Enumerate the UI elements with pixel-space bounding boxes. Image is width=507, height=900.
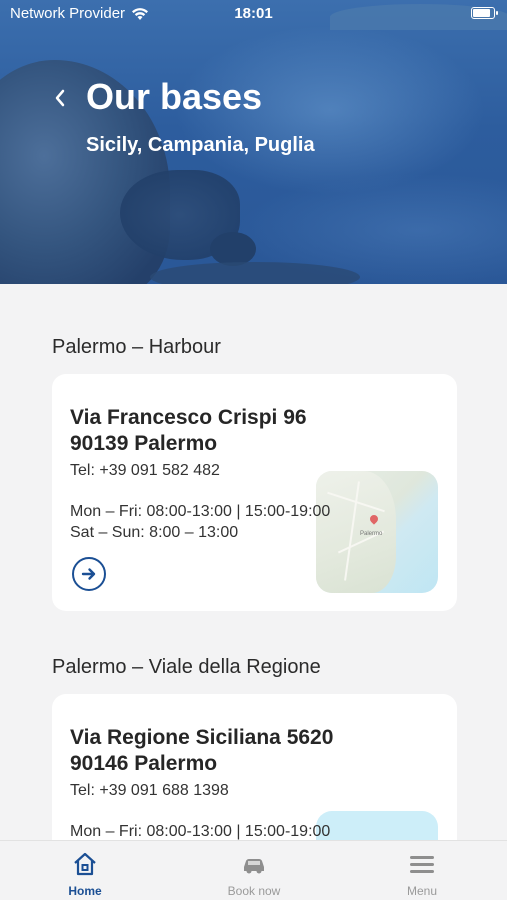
hours-weekday: Mon – Fri: 08:00-13:00 | 15:00-19:00: [70, 503, 331, 520]
address-city: 90139 Palermo: [70, 432, 218, 455]
tab-label: Home: [68, 884, 102, 898]
hours-weekend: Sat – Sun: 8:00 – 13:00: [70, 524, 239, 541]
tab-menu[interactable]: Menu: [362, 841, 482, 900]
tab-label: Book now: [227, 884, 281, 898]
chevron-left-icon: [55, 89, 65, 107]
address-city: 90146 Palermo: [70, 752, 218, 775]
map-city-label: Palermo: [360, 531, 383, 537]
page-subtitle: Sicily, Campania, Puglia: [86, 134, 315, 156]
map-thumbnail[interactable]: Palermo: [316, 471, 438, 593]
phone-number[interactable]: Tel: +39 091 582 482: [70, 460, 220, 481]
status-time: 18:01: [234, 5, 273, 22]
home-icon: [74, 852, 96, 876]
directions-button[interactable]: [72, 557, 106, 591]
status-bar: Network Provider 18:01: [0, 0, 507, 28]
address-street: Via Regione Siciliana 5620: [70, 726, 334, 749]
phone-number[interactable]: Tel: +39 091 688 1398: [70, 780, 229, 801]
hours-weekday: Mon – Fri: 08:00-13:00 | 15:00-19:00: [70, 823, 331, 840]
hamburger-icon: [410, 856, 434, 873]
tab-home[interactable]: Home: [25, 841, 145, 900]
base-section-title: Palermo – Viale della Regione: [52, 656, 321, 678]
tab-book-now[interactable]: Book now: [194, 841, 314, 900]
coastal-rock: [210, 232, 256, 266]
address-street: Via Francesco Crispi 96: [70, 406, 307, 429]
base-card[interactable]: Via Francesco Crispi 96 90139 Palermo Te…: [52, 374, 457, 611]
tab-label: Menu: [406, 884, 438, 898]
tab-bar: Home Book now Menu: [0, 840, 507, 900]
battery-icon: [471, 7, 498, 19]
base-card[interactable]: Via Regione Siciliana 5620 90146 Palermo…: [52, 694, 457, 854]
coastal-rock: [150, 262, 360, 284]
base-section-title: Palermo – Harbour: [52, 336, 221, 358]
battery-fill: [473, 9, 490, 17]
car-icon: [244, 859, 264, 874]
arrow-right-icon: [81, 568, 96, 580]
back-button[interactable]: [50, 84, 72, 112]
page-title: Our bases: [86, 76, 263, 117]
